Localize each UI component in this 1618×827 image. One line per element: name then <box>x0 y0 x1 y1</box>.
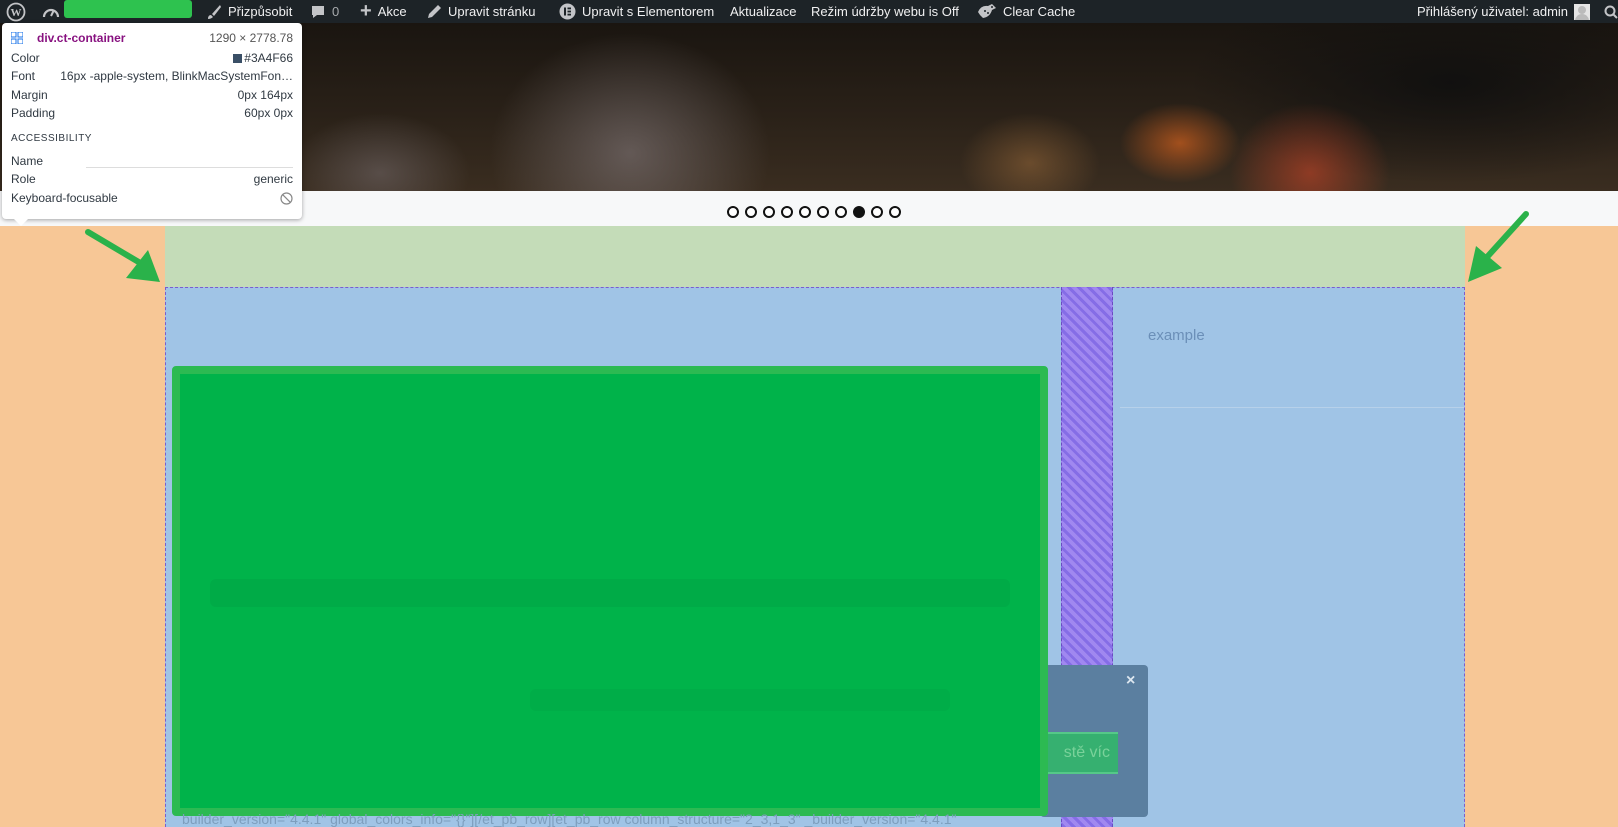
padding-label: Padding <box>11 106 56 120</box>
elementor-link[interactable]: Upravit s Elementorem <box>559 0 714 23</box>
grid-icon <box>11 32 23 44</box>
admin-bar: W Přizpůsobit 0 + Akce Upravit stránku U… <box>0 0 1618 23</box>
slider-dot[interactable] <box>871 206 883 218</box>
brush-icon <box>208 4 221 19</box>
slider-dot[interactable] <box>763 206 775 218</box>
comments-link[interactable]: 0 <box>310 0 339 23</box>
slider-dot[interactable] <box>781 206 793 218</box>
focusable-label: Keyboard-focusable <box>11 191 118 205</box>
margin-value: 0px 164px <box>237 88 293 102</box>
name-row: Name <box>11 152 293 170</box>
customize-link[interactable]: Přizpůsobit <box>206 0 292 23</box>
svg-text:W: W <box>11 7 22 19</box>
slider-dot[interactable] <box>835 206 847 218</box>
padding-row: Padding 60px 0px <box>11 104 293 122</box>
arrow-icon <box>85 229 160 282</box>
padding-value: 60px 0px <box>244 106 293 120</box>
font-row: Font 16px -apple-system, BlinkMacSystemF… <box>11 67 293 85</box>
wordpress-logo-icon[interactable]: W <box>6 0 26 23</box>
font-label: Font <box>11 69 36 83</box>
hidden-subheading <box>530 689 950 711</box>
elementor-icon <box>559 3 576 20</box>
sidebar-divider <box>1120 407 1464 408</box>
new-content-link[interactable]: + Akce <box>360 0 407 23</box>
focusable-row: Keyboard-focusable <box>11 189 293 207</box>
shortcode-text: builder_version="4.4.1" global_colors_in… <box>182 811 957 827</box>
user-greeting: Přihlášený uživatel: admin <box>1417 4 1569 19</box>
updates-link[interactable]: Aktualizace <box>730 0 796 23</box>
plus-icon: + <box>360 0 372 22</box>
color-label: Color <box>11 51 40 65</box>
tooltip-header: div.ct-container 1290 × 2778.78 <box>11 29 293 47</box>
role-label: Role <box>11 172 36 186</box>
popup-read-more-button[interactable]: stě víc <box>1040 732 1118 774</box>
new-content-label: Akce <box>377 4 407 19</box>
slider-dot[interactable] <box>889 206 901 218</box>
highlighted-element <box>172 366 1048 816</box>
sidebar-example-text: example <box>1148 327 1205 344</box>
updates-label: Aktualizace <box>730 4 797 19</box>
comment-icon <box>312 5 324 18</box>
slider-dot[interactable] <box>817 206 829 218</box>
name-label: Name <box>11 154 44 168</box>
hidden-heading <box>210 579 1010 607</box>
slider-dot-active[interactable] <box>853 206 865 218</box>
search-icon[interactable] <box>1604 0 1618 23</box>
customize-label: Přizpůsobit <box>228 4 293 19</box>
slider-dot[interactable] <box>745 206 757 218</box>
element-selector: div.ct-container <box>37 31 126 45</box>
pencil-icon <box>428 5 441 18</box>
edit-page-link[interactable]: Upravit stránku <box>427 0 535 23</box>
dashboard-icon[interactable] <box>42 0 60 23</box>
slider-dot[interactable] <box>799 206 811 218</box>
maintenance-mode-link[interactable]: Režim údržby webu is Off <box>811 0 959 23</box>
cheetah-icon <box>978 4 996 18</box>
role-row: Role generic <box>11 170 293 188</box>
slider-dot[interactable] <box>727 206 739 218</box>
element-dimensions: 1290 × 2778.78 <box>209 31 293 45</box>
accessibility-header: ACCESSIBILITY <box>11 133 92 144</box>
color-swatch <box>233 54 243 63</box>
avatar <box>1574 3 1591 20</box>
color-row: Color #3A4F66 <box>11 49 293 67</box>
arrow-icon <box>1468 211 1529 282</box>
margin-row: Margin 0px 164px <box>11 86 293 104</box>
padding-overlay <box>165 226 1465 287</box>
comments-count: 0 <box>332 4 340 19</box>
role-value: generic <box>253 172 293 186</box>
user-account-link[interactable]: Přihlášený uživatel: admin <box>1417 0 1591 23</box>
inspector-tooltip: div.ct-container 1290 × 2778.78 Color #3… <box>2 23 302 226</box>
not-allowed-icon <box>280 189 293 210</box>
margin-label: Margin <box>11 88 48 102</box>
color-value: #3A4F66 <box>244 51 293 65</box>
site-name-redacted[interactable] <box>64 0 192 18</box>
clear-cache-label: Clear Cache <box>1003 4 1076 19</box>
maintenance-label: Režim údržby webu is Off <box>811 4 959 19</box>
edit-page-label: Upravit stránku <box>448 4 536 19</box>
clear-cache-link[interactable]: Clear Cache <box>977 0 1075 23</box>
elementor-label: Upravit s Elementorem <box>582 4 715 19</box>
font-value: 16px -apple-system, BlinkMacSystemFon… <box>60 69 293 83</box>
close-icon[interactable]: × <box>1126 672 1135 690</box>
